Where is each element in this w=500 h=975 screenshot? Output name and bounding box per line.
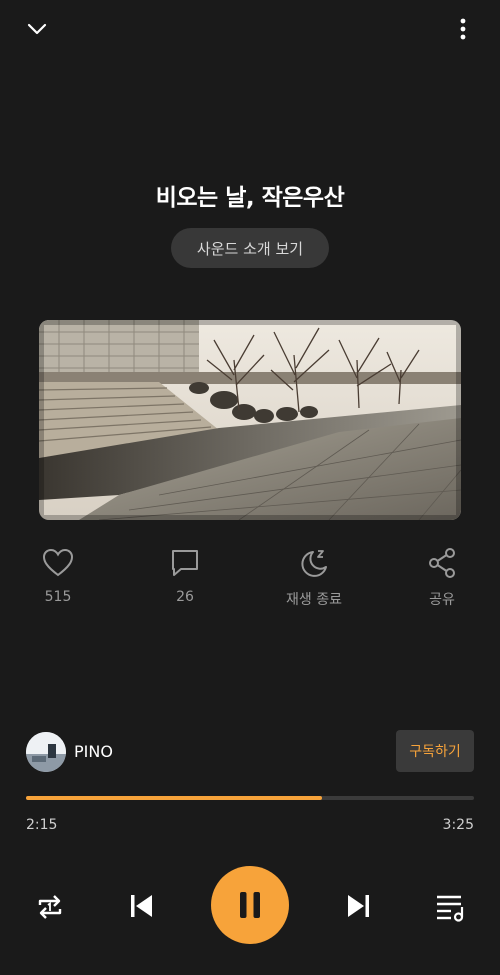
pause-icon: [240, 892, 260, 918]
avatar[interactable]: [26, 732, 66, 772]
cover-image: [39, 320, 461, 520]
more-vertical-icon: [460, 18, 466, 40]
channel-name[interactable]: PINO: [74, 742, 113, 761]
moon-zz-icon: [301, 550, 327, 577]
progress-fill: [26, 796, 322, 800]
sound-intro-button[interactable]: 사운드 소개 보기: [171, 228, 329, 268]
repeat-button[interactable]: [32, 889, 68, 925]
pause-button[interactable]: [211, 866, 289, 944]
chevron-down-icon: [27, 23, 47, 35]
repeat-one-icon: [38, 895, 62, 919]
like-count: 515: [44, 589, 72, 605]
heart-icon: [42, 548, 74, 577]
more-options-button[interactable]: [448, 14, 478, 44]
subscribe-button[interactable]: 구독하기: [396, 730, 474, 772]
playlist-button[interactable]: [432, 889, 468, 925]
next-button[interactable]: [340, 887, 378, 925]
comment-icon: [172, 550, 198, 576]
share-button[interactable]: 공유: [397, 545, 487, 609]
comment-count: 26: [176, 589, 194, 605]
previous-button[interactable]: [122, 887, 160, 925]
comment-button[interactable]: 26: [140, 545, 230, 605]
share-icon: [429, 548, 455, 578]
sleep-timer-label: 재생 종료: [286, 592, 342, 608]
sleep-timer-button[interactable]: 재생 종료: [269, 545, 359, 609]
current-time: 2:15: [26, 817, 58, 833]
skip-next-icon: [348, 895, 369, 917]
playback-controls: [0, 866, 500, 946]
collapse-button[interactable]: [22, 14, 52, 44]
progress-bar[interactable]: [26, 796, 474, 800]
track-title: 비오는 날, 작은우산: [155, 185, 345, 211]
share-label: 공유: [429, 592, 455, 608]
action-row: 515 26 재생 종료 공유: [0, 545, 500, 615]
skip-previous-icon: [131, 895, 152, 917]
playlist-icon: [437, 895, 464, 922]
total-time: 3:25: [442, 817, 474, 833]
channel-row: PINO 구독하기: [26, 730, 474, 774]
like-button[interactable]: 515: [13, 545, 103, 605]
top-bar: [0, 0, 500, 58]
